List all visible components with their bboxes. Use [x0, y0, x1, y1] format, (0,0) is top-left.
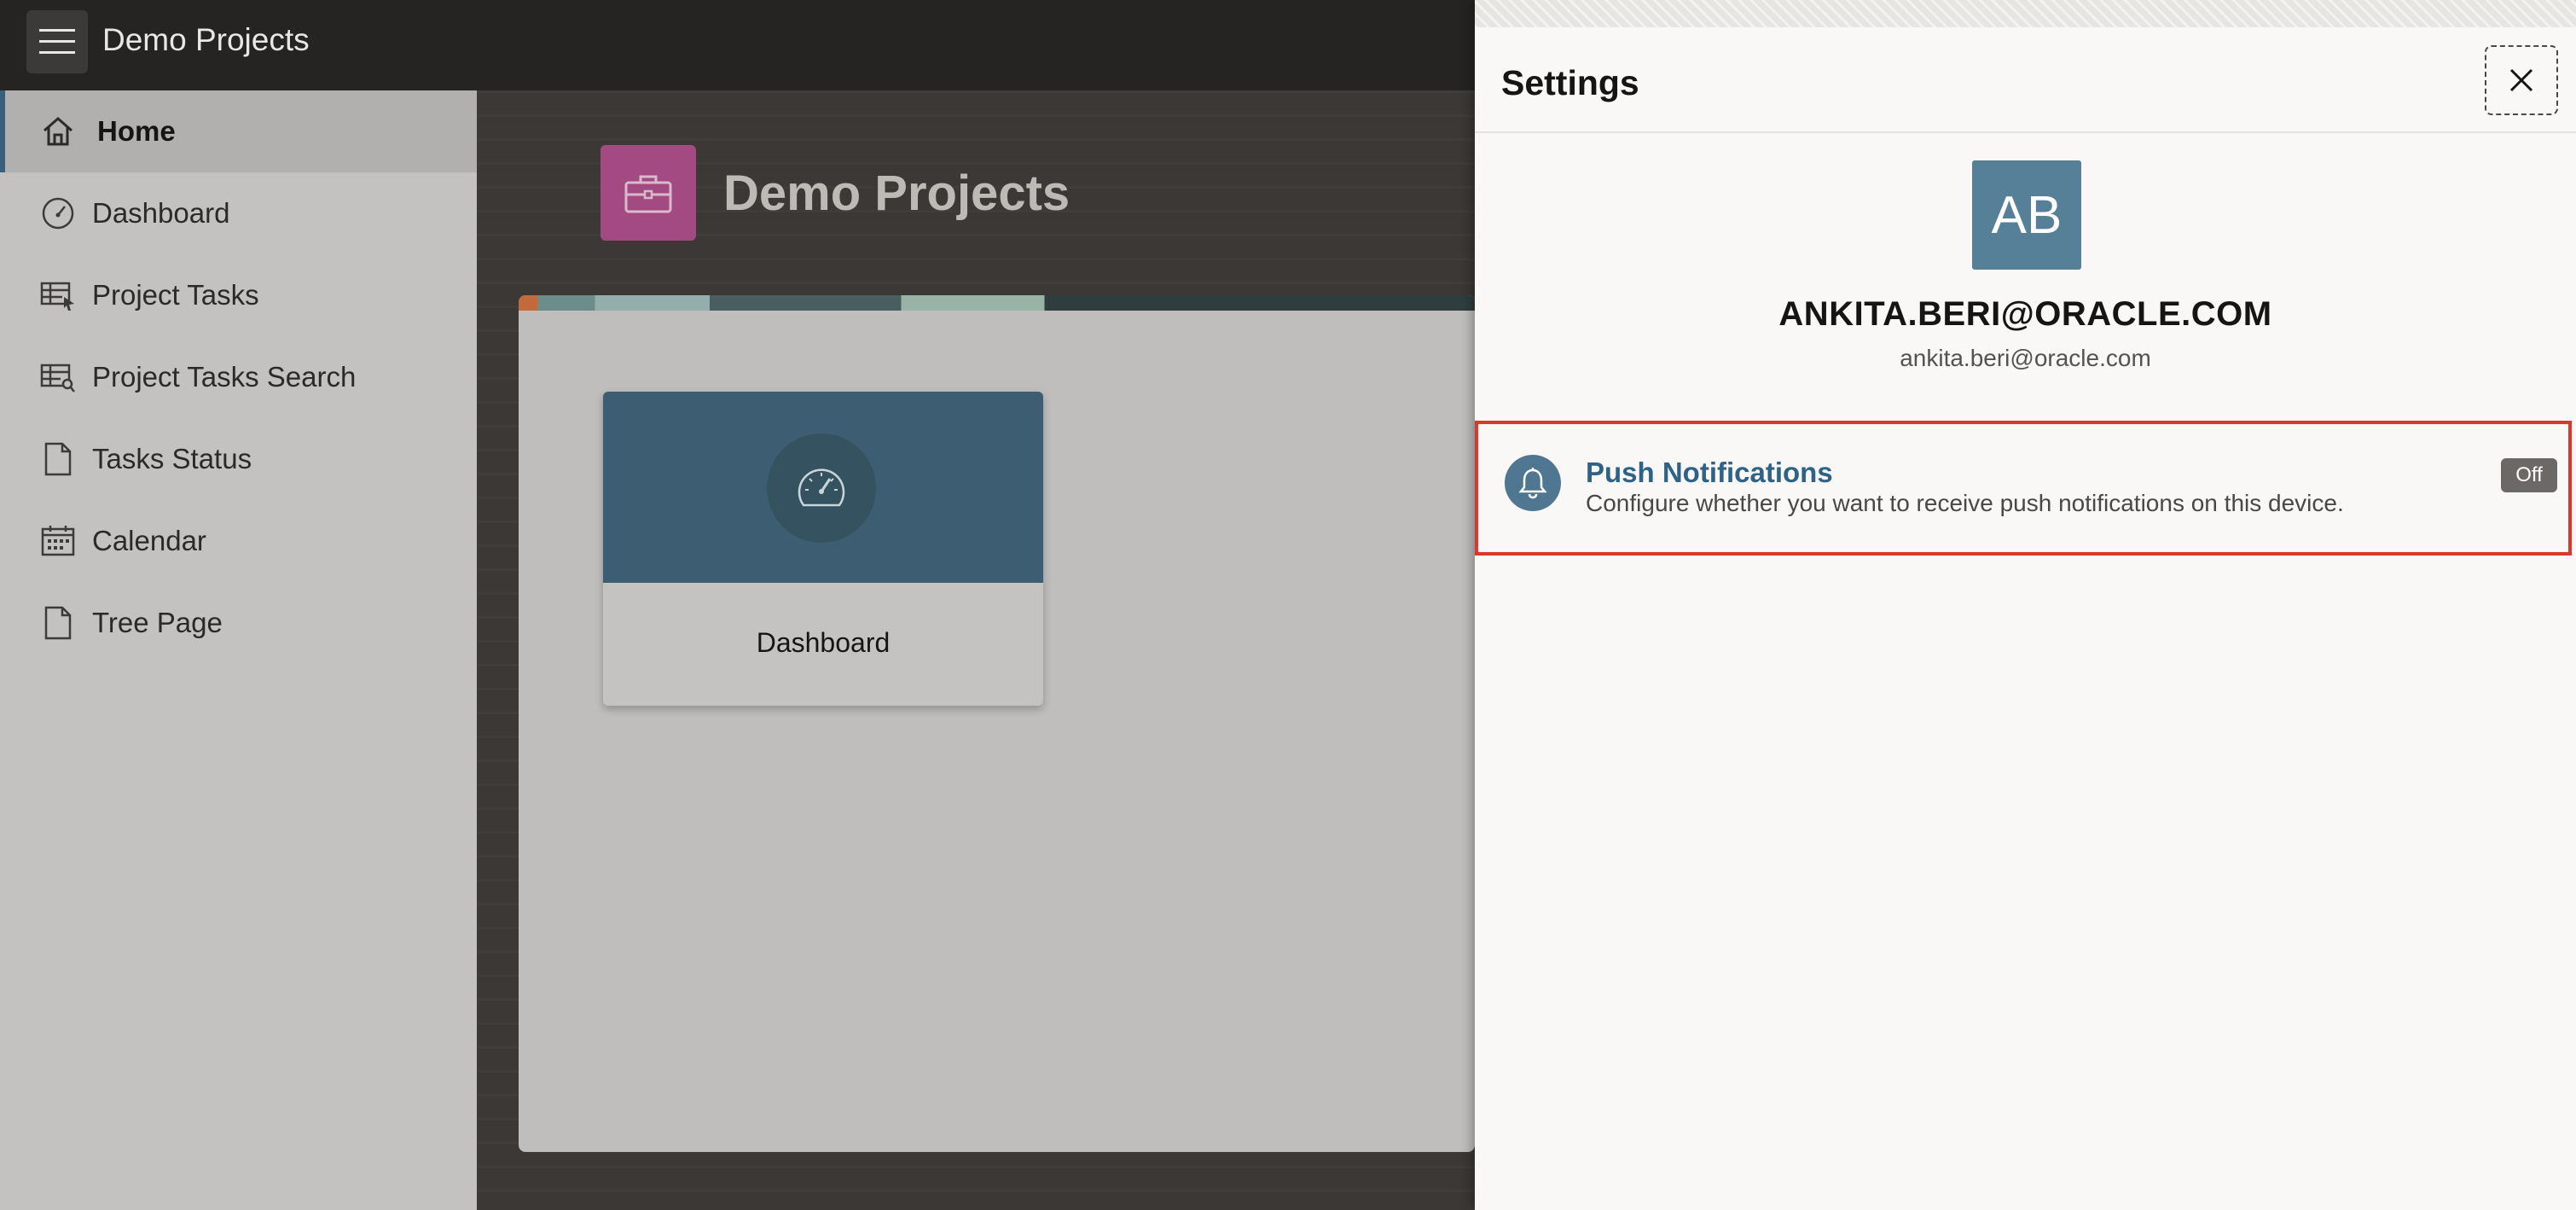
card-label: Dashboard: [756, 627, 891, 658]
grid-cursor-icon: [39, 276, 77, 314]
grid-search-icon: [39, 358, 77, 396]
close-icon: [2509, 68, 2533, 92]
sidebar-item-label: Project Tasks: [92, 279, 259, 311]
sidebar-item-label: Dashboard: [92, 197, 230, 229]
push-notifications-row[interactable]: Push Notifications Configure whether you…: [1475, 421, 2572, 556]
drawer-title: Settings: [1501, 63, 1639, 102]
sidebar-nav: Home Dashboard Project Tasks Project Tas…: [0, 90, 477, 1210]
close-button[interactable]: [2485, 45, 2558, 115]
hamburger-menu-icon: [39, 29, 75, 54]
speedometer-icon: [798, 468, 845, 507]
push-notifications-title[interactable]: Push Notifications: [1586, 457, 1833, 489]
briefcase-icon: [624, 175, 672, 213]
document-icon: [39, 604, 77, 642]
app-title[interactable]: Demo Projects: [102, 22, 310, 58]
sidebar-item-label: Tree Page: [92, 607, 223, 638]
sidebar-item-dashboard[interactable]: Dashboard: [0, 172, 477, 254]
sidebar-item-label: Tasks Status: [92, 443, 252, 474]
push-notifications-description: Configure whether you want to receive pu…: [1586, 490, 2344, 516]
divider: [1475, 131, 2576, 133]
sidebar-item-home[interactable]: Home: [0, 90, 477, 172]
bell-icon: [1518, 468, 1547, 499]
status-badge: Off: [2501, 458, 2557, 492]
sidebar-item-tasks-status[interactable]: Tasks Status: [0, 418, 477, 500]
hamburger-menu-button[interactable]: [26, 10, 88, 73]
sidebar-item-project-tasks[interactable]: Project Tasks: [0, 254, 477, 336]
avatar: AB: [1972, 160, 2081, 270]
card-header: [603, 392, 1043, 583]
drawer-top-strip: [1475, 0, 2576, 27]
sidebar-item-label: Home: [97, 115, 176, 147]
speedometer-icon: [39, 195, 77, 232]
sidebar-item-label: Calendar: [92, 525, 206, 556]
home-icon: [39, 113, 77, 150]
card-icon-circle: [767, 433, 876, 543]
sidebar-item-tree-page[interactable]: Tree Page: [0, 582, 477, 664]
bell-icon-circle: [1505, 455, 1561, 511]
sidebar-item-label: Project Tasks Search: [92, 361, 357, 393]
user-email: ankita.beri@oracle.com: [1900, 345, 2151, 371]
sidebar-item-calendar[interactable]: Calendar: [0, 500, 477, 582]
dashboard-card[interactable]: Dashboard: [603, 392, 1043, 706]
user-name: ANKITA.BERI@ORACLE.COM: [1778, 295, 2272, 333]
region-banner: [519, 295, 1475, 311]
document-icon: [39, 440, 77, 478]
settings-drawer: Settings AB ANKITA.BERI@ORACLE.COM ankit…: [1475, 0, 2576, 1210]
calendar-icon: [39, 522, 77, 560]
sidebar-item-project-tasks-search[interactable]: Project Tasks Search: [0, 336, 477, 418]
page-icon-tile: [600, 145, 696, 241]
page-title: Demo Projects: [723, 166, 1070, 221]
